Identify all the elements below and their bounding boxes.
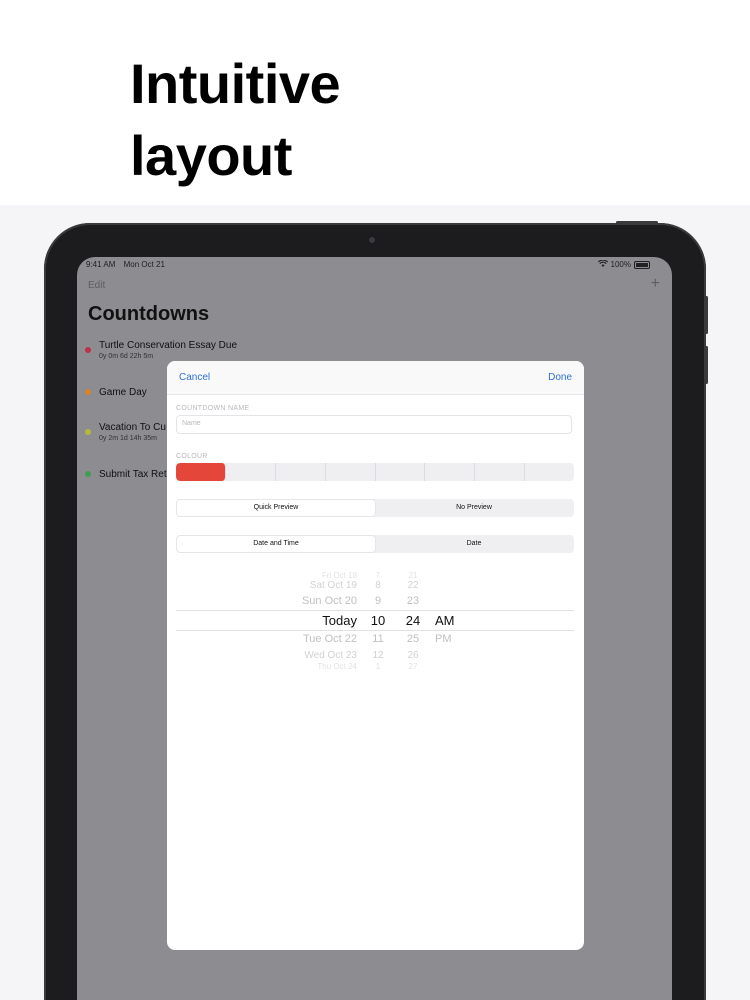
camera-icon [369, 237, 375, 243]
app-store-screenshot: Intuitive layout 9:41 AM Mon Oct 21 100%… [0, 0, 750, 1000]
sheet-header: Cancel Done [167, 361, 584, 395]
countdown-color-dot [85, 347, 91, 353]
top-button [616, 221, 658, 224]
picker-hour[interactable]: 9 [358, 595, 398, 607]
picker-minute-selected[interactable]: 24 [393, 613, 433, 628]
picker-minute[interactable]: 27 [393, 662, 433, 671]
picker-minute[interactable]: 25 [393, 633, 433, 645]
countdown-name-label: COUNTDOWN NAME [176, 405, 250, 412]
colour-label: COLOUR [176, 453, 208, 460]
no-preview-option[interactable]: No Preview [375, 500, 573, 516]
date-only-option[interactable]: Date [375, 536, 573, 552]
headline-line-2: layout [130, 124, 292, 187]
countdown-color-dot [85, 389, 91, 395]
colour-picker[interactable] [176, 463, 574, 481]
colour-swatch[interactable] [376, 463, 426, 481]
cancel-button[interactable]: Cancel [179, 372, 210, 383]
picker-selection-bottom [176, 630, 574, 631]
picker-date[interactable]: Thu Oct 24 [177, 662, 357, 671]
countdown-name-input[interactable]: Name [176, 415, 572, 434]
picker-minute[interactable]: 23 [393, 595, 433, 607]
countdown-name: Turtle Conservation Essay Due [99, 340, 238, 351]
done-button[interactable]: Done [548, 372, 572, 383]
picker-hour[interactable]: 8 [358, 580, 398, 591]
picker-hour[interactable]: 11 [358, 633, 398, 645]
picker-minute[interactable]: 21 [393, 571, 433, 580]
quick-preview-option[interactable]: Quick Preview [177, 500, 375, 516]
countdown-name: Vacation To Cu [99, 422, 166, 433]
picker-date[interactable]: Sun Oct 20 [177, 595, 357, 607]
colour-swatch[interactable] [475, 463, 526, 481]
edit-button[interactable]: Edit [88, 280, 105, 291]
promo-headline: Intuitive layout [130, 48, 341, 192]
volume-down-button [705, 346, 708, 384]
colour-swatch[interactable] [525, 463, 574, 481]
picker-hour[interactable]: 7 [358, 571, 398, 580]
picker-ampm-selected[interactable]: AM [435, 613, 455, 628]
picker-minute[interactable]: 22 [393, 580, 433, 591]
new-countdown-sheet: Cancel Done COUNTDOWN NAME Name COLOUR Q… [167, 361, 584, 950]
mode-segmented-control: Date and Time Date [176, 535, 574, 553]
list-title: Countdowns [88, 303, 210, 325]
preview-segmented-control: Quick Preview No Preview [176, 499, 574, 517]
colour-swatch[interactable] [326, 463, 376, 481]
status-bar: 9:41 AM Mon Oct 21 100% [77, 257, 672, 273]
countdown-remaining: 0y 2m 1d 14h 35m [99, 435, 157, 442]
countdown-color-dot [85, 471, 91, 477]
add-countdown-button[interactable]: + [651, 275, 660, 293]
picker-hour[interactable]: 1 [358, 662, 398, 671]
battery-icon [634, 260, 650, 269]
battery-percent: 100% [610, 260, 631, 269]
picker-ampm[interactable]: PM [435, 633, 452, 645]
colour-swatch[interactable] [226, 463, 276, 481]
picker-date[interactable]: Sat Oct 19 [177, 580, 357, 591]
wifi-icon [597, 259, 608, 269]
colour-swatch[interactable] [425, 463, 476, 481]
picker-date[interactable]: Wed Oct 23 [177, 650, 357, 661]
countdown-color-dot [85, 429, 91, 435]
countdown-remaining: 0y 0m 6d 22h 5m [99, 353, 154, 360]
picker-hour[interactable]: 12 [358, 650, 398, 661]
volume-up-button [705, 296, 708, 334]
picker-date[interactable]: Tue Oct 22 [177, 633, 357, 645]
colour-swatch-selected[interactable] [176, 463, 226, 481]
picker-date[interactable]: Fri Oct 18 [177, 571, 357, 580]
picker-selection-top [176, 610, 574, 611]
colour-swatch[interactable] [276, 463, 326, 481]
status-time: 9:41 AM [86, 260, 116, 269]
countdown-name: Game Day [99, 387, 147, 398]
picker-hour-selected[interactable]: 10 [358, 613, 398, 628]
headline-line-1: Intuitive [130, 52, 341, 115]
picker-minute[interactable]: 26 [393, 650, 433, 661]
date-and-time-option[interactable]: Date and Time [177, 536, 375, 552]
picker-date-selected[interactable]: Today [177, 613, 357, 628]
status-date: Mon Oct 21 [123, 260, 165, 269]
countdown-name: Submit Tax Ret [99, 469, 167, 480]
